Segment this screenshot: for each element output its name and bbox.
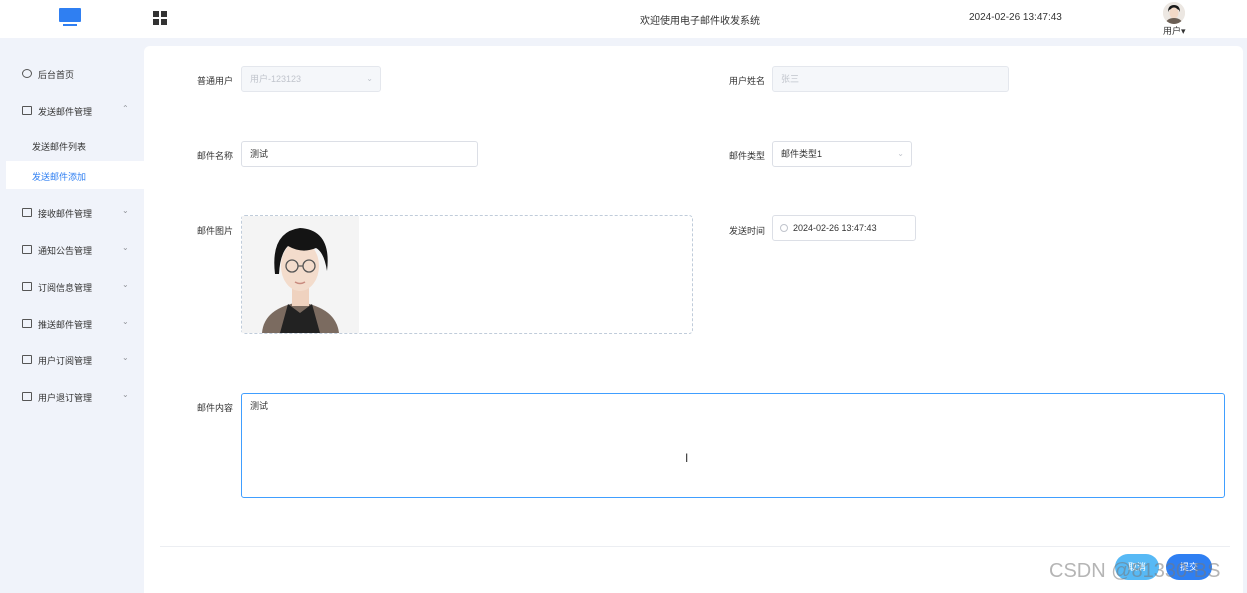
sidebar-item-subscription-info[interactable]: 订阅信息管理 ⌄ — [0, 272, 144, 302]
sidebar-item-label: 用户退订管理 — [38, 393, 93, 403]
chevron-down-icon: ⌄ — [122, 353, 129, 362]
text-cursor-icon: I — [685, 451, 689, 465]
menu-box-icon — [22, 282, 32, 291]
mail-name-field[interactable]: 测试 — [241, 141, 478, 167]
image-upload-area[interactable] — [241, 215, 693, 334]
chevron-down-icon: ⌄ — [122, 280, 129, 289]
name-label: 用户姓名 — [728, 76, 765, 86]
image-label: 邮件图片 — [196, 226, 233, 236]
menu-box-icon — [22, 106, 32, 115]
user-menu-label: 用户 — [1163, 26, 1182, 36]
monitor-logo-icon — [59, 8, 81, 28]
send-time-value: 2024-02-26 13:47:43 — [793, 223, 877, 233]
menu-box-icon — [22, 208, 32, 217]
chevron-down-icon: ⌄ — [122, 390, 129, 399]
mail-type-value: 邮件类型1 — [781, 149, 823, 159]
chevron-down-icon: ⌄ — [122, 317, 129, 326]
site-title: 欢迎使用电子邮件收发系统 — [640, 16, 760, 27]
sidebar-item-receive-mail[interactable]: 接收邮件管理 ⌄ — [0, 198, 144, 228]
clock-icon — [780, 224, 788, 232]
watermark: CSDN @81330-BS — [1049, 560, 1221, 582]
user-select-value: 用户-123123 — [250, 74, 302, 84]
mail-name-value: 测试 — [250, 149, 269, 159]
grid-menu-icon[interactable] — [153, 11, 167, 25]
chevron-up-icon: ⌃ — [122, 104, 129, 113]
mail-type-label: 邮件类型 — [728, 151, 765, 161]
sidebar-item-label: 推送邮件管理 — [38, 320, 93, 330]
sidebar-item-user-unsubscribe[interactable]: 用户退订管理 ⌄ — [0, 382, 144, 412]
sidebar-item-label: 订阅信息管理 — [38, 283, 93, 293]
content-textarea[interactable]: 测试 I — [241, 393, 1225, 498]
sidebar-subitem-label: 发送邮件添加 — [32, 172, 87, 182]
mail-name-label: 邮件名称 — [196, 151, 233, 161]
sidebar-item-send-mail[interactable]: 发送邮件管理 ⌃ — [0, 96, 144, 126]
sidebar-item-home[interactable]: 后台首页 — [0, 59, 144, 89]
sidebar-item-label: 发送邮件管理 — [38, 107, 93, 117]
main-form-panel: 普通用户 用户-123123 ⌄ 用户姓名 张三 邮件名称 测试 邮件类型 邮件… — [144, 46, 1243, 593]
user-label: 普通用户 — [196, 76, 233, 86]
clock-icon — [22, 69, 32, 78]
sidebar: 后台首页 发送邮件管理 ⌃ 发送邮件列表 发送邮件添加 接收邮件管理 ⌄ 通知公… — [0, 38, 144, 593]
chevron-down-icon: ⌄ — [122, 243, 129, 252]
send-time-picker[interactable]: 2024-02-26 13:47:43 — [772, 215, 916, 241]
user-menu[interactable]: 用户▾ — [1163, 24, 1186, 37]
sidebar-item-notice[interactable]: 通知公告管理 ⌄ — [0, 235, 144, 265]
chevron-down-icon: ⌄ — [366, 74, 373, 83]
sidebar-item-label: 用户订阅管理 — [38, 356, 93, 366]
sidebar-item-label: 接收邮件管理 — [38, 209, 93, 219]
menu-box-icon — [22, 355, 32, 364]
current-datetime: 2024-02-26 13:47:43 — [969, 12, 1062, 23]
user-select[interactable]: 用户-123123 ⌄ — [241, 66, 381, 92]
sidebar-item-label: 后台首页 — [38, 70, 75, 80]
sidebar-item-user-subscribe[interactable]: 用户订阅管理 ⌄ — [0, 345, 144, 375]
menu-box-icon — [22, 319, 32, 328]
divider — [160, 546, 1230, 547]
sidebar-subitem-send-add[interactable]: 发送邮件添加 — [6, 161, 144, 189]
send-time-label: 发送时间 — [728, 226, 765, 236]
name-field-value: 张三 — [781, 74, 800, 84]
content-value: 测试 — [250, 401, 269, 411]
chevron-down-icon: ⌄ — [122, 206, 129, 215]
avatar[interactable] — [1163, 2, 1185, 24]
sidebar-item-label: 通知公告管理 — [38, 246, 93, 256]
sidebar-item-push-mail[interactable]: 推送邮件管理 ⌄ — [0, 309, 144, 339]
chevron-down-icon: ▾ — [1181, 26, 1186, 36]
mail-type-select[interactable]: 邮件类型1 ⌄ — [772, 141, 912, 167]
content-label: 邮件内容 — [196, 403, 233, 413]
top-header: 欢迎使用电子邮件收发系统 2024-02-26 13:47:43 用户▾ — [0, 0, 1247, 38]
uploaded-photo[interactable] — [242, 216, 359, 333]
sidebar-subitem-label: 发送邮件列表 — [32, 142, 87, 152]
sidebar-subitem-send-list[interactable]: 发送邮件列表 — [0, 131, 144, 159]
chevron-down-icon: ⌄ — [897, 149, 904, 158]
name-field[interactable]: 张三 — [772, 66, 1009, 92]
menu-box-icon — [22, 392, 32, 401]
menu-box-icon — [22, 245, 32, 254]
